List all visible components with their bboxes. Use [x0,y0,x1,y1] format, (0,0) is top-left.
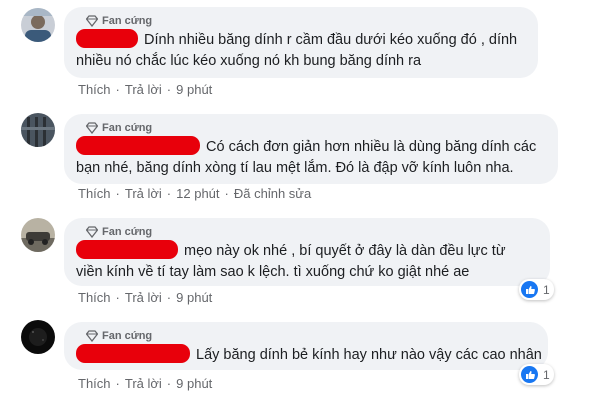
edited-label[interactable]: Đã chỉnh sửa [234,186,311,201]
separator-dot: · [166,186,172,201]
separator-dot: · [224,186,229,201]
like-link[interactable]: Thích [78,186,111,201]
timestamp-link[interactable]: 9 phút [176,376,212,391]
badge-label: Fan cứng [102,330,153,342]
like-link[interactable]: Thích [78,290,111,305]
reply-link[interactable]: Trả lời [125,186,162,201]
comment-bubble: Fan cứng Lấy băng dính bẻ kính hay như n… [64,322,548,370]
separator-dot: · [115,186,120,201]
comment-bubble: Fan cứng Dính nhiều băng dính r cầm đầu … [64,7,538,78]
timestamp-link[interactable]: 12 phút [176,186,219,201]
comment-actions: Thích · Trả lời · 9 phút [78,376,212,391]
diamond-icon [86,122,98,134]
avatar[interactable] [21,218,55,252]
comment-text-line: mẹo này ok nhé , bí quyết ở đây là dàn đ… [76,240,538,262]
like-reaction-icon [521,281,538,298]
separator-dot: · [166,376,172,391]
badge-label: Fan cứng [102,122,153,134]
separator-dot: · [166,290,172,305]
comment-bubble: Fan cứng Có cách đơn giản hơn nhiều là d… [64,114,558,184]
top-fan-badge: Fan cứng [76,224,538,240]
timestamp-link[interactable]: 9 phút [176,290,212,305]
redacted-author-name [76,344,190,363]
avatar[interactable] [21,8,55,42]
comment-text-line: viền kính về tí tay làm sao k lệch. tì x… [76,264,470,280]
comment-actions: Thích · Trả lời · 9 phút [78,290,212,305]
badge-label: Fan cứng [102,226,153,238]
like-reaction-icon [521,366,538,383]
reaction-count[interactable]: 1 [519,364,554,385]
avatar[interactable] [21,113,55,147]
diamond-icon [86,226,98,238]
avatar[interactable] [21,320,55,354]
comment-bubble: Fan cứng mẹo này ok nhé , bí quyết ở đây… [64,218,550,286]
top-fan-badge: Fan cứng [76,328,536,344]
reply-link[interactable]: Trả lời [125,290,162,305]
redacted-author-name [76,240,178,259]
timestamp-link[interactable]: 9 phút [176,82,212,97]
reaction-count[interactable]: 1 [519,279,554,300]
like-link[interactable]: Thích [78,376,111,391]
separator-dot: · [166,82,172,97]
reply-link[interactable]: Trả lời [125,376,162,391]
reaction-count-label: 1 [543,367,550,382]
comment-text-line: nhiều nó chắc lúc kéo xuống nó kh bung b… [76,53,422,69]
comment-text-line: Dính nhiều băng dính r cầm đầu dưới kéo … [76,29,526,51]
comment-text-line: bạn nhé, băng dính xòng tí lau mệt lắm. … [76,160,514,176]
comment-actions: Thích · Trả lời · 12 phút · Đã chỉnh sửa [78,186,311,201]
separator-dot: · [115,376,120,391]
separator-dot: · [115,82,120,97]
diamond-icon [86,330,98,342]
separator-dot: · [115,290,120,305]
redacted-author-name [76,29,138,48]
comment-text-line: Có cách đơn giản hơn nhiều là dùng băng … [76,136,546,158]
top-fan-badge: Fan cứng [76,13,526,29]
top-fan-badge: Fan cứng [76,120,546,136]
reaction-count-label: 1 [543,282,550,297]
redacted-author-name [76,136,200,155]
diamond-icon [86,15,98,27]
comment-text-line: Lấy băng dính bẻ kính hay như nào vậy cá… [76,344,542,366]
badge-label: Fan cứng [102,15,153,27]
like-link[interactable]: Thích [78,82,111,97]
reply-link[interactable]: Trả lời [125,82,162,97]
comment-actions: Thích · Trả lời · 9 phút [78,82,212,97]
